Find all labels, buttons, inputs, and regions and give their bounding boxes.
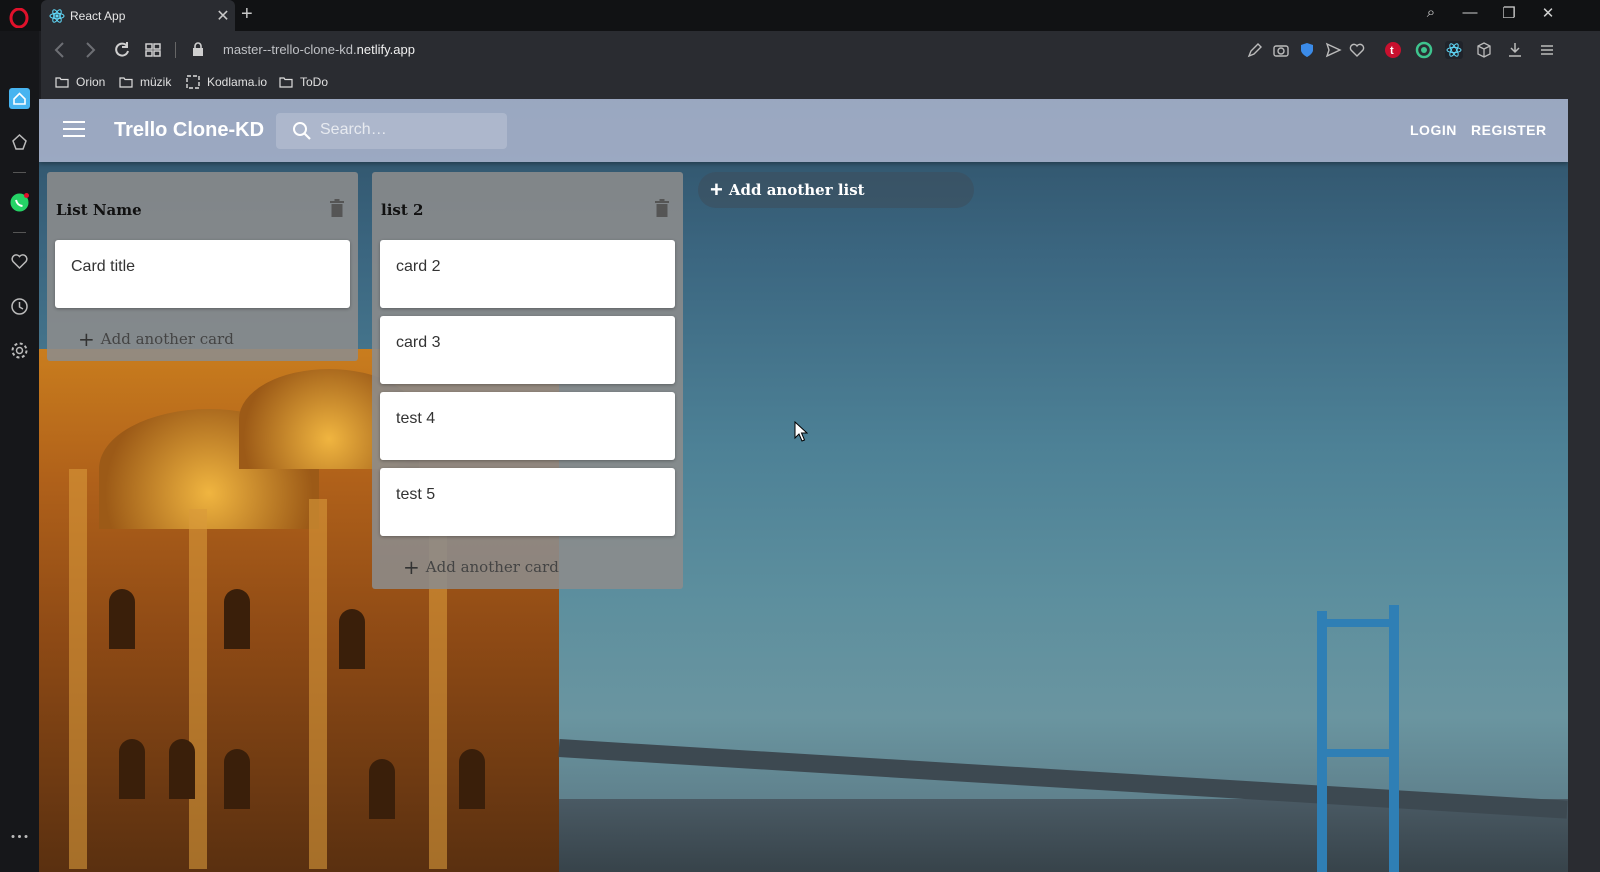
card[interactable]: test 5 [380,468,675,536]
background-water [559,799,1568,872]
bookmark-orion[interactable]: Orion [55,75,105,89]
tab-close-icon[interactable]: ✕ [211,6,235,26]
svg-text:t: t [1390,45,1394,57]
t-extension-icon[interactable]: t [1384,41,1402,59]
card[interactable]: test 4 [380,392,675,460]
add-list-button[interactable]: + Add another list [698,172,974,208]
react-icon [49,8,65,23]
sidebar-divider [13,232,26,233]
bookmarks-bar: Orion müzik Kodlama.io ToDo [41,69,1600,99]
trello-page: Trello Clone-KD LOGIN REGISTER List Name… [39,99,1568,872]
plus-icon: + [710,177,723,202]
extensions-cube-icon[interactable] [1475,41,1493,59]
add-card-label: Add another card [100,329,234,348]
bridge-tower-beam [1317,619,1399,627]
add-list-label: Add another list [728,181,865,199]
browser-search-icon[interactable]: ⌕ [1413,4,1449,21]
back-icon[interactable] [49,40,71,60]
browser-sidebar [0,31,39,872]
list-title[interactable]: list 2 [381,201,423,219]
lock-icon[interactable] [192,42,204,57]
add-card-button[interactable]: + Add another card [47,316,358,361]
list-column: List Name Card title + Add another card [47,172,358,361]
pinboard-icon[interactable] [9,132,30,153]
search-box[interactable] [276,113,507,149]
mouse-cursor-icon [794,421,808,442]
login-button[interactable]: LOGIN [1410,122,1457,138]
bridge-tower-left [1317,611,1327,872]
plus-icon: + [78,326,95,351]
tab-title: React App [70,8,126,23]
address-bar: master--trello-clone-kd.netlify.app t [41,31,1600,69]
bookmark-label: Orion [76,75,106,89]
search-input[interactable] [320,121,500,139]
camera-icon[interactable] [1272,41,1290,59]
bookmark-label: Kodlama.io [207,75,268,89]
vpn-extension-icon[interactable] [1415,41,1433,59]
hamburger-icon[interactable] [63,121,85,139]
bookmark-label: ToDo [300,75,329,89]
reload-icon[interactable] [111,40,133,60]
address-separator [175,42,176,58]
url-prefix: master--trello-clone-kd. [223,42,357,57]
folder-icon [55,77,69,88]
kodlama-favicon-icon [186,75,200,89]
bookmark-muzik[interactable]: müzik [119,75,171,89]
add-card-label: Add another card [425,557,559,576]
home-icon[interactable] [9,88,30,109]
heart-icon[interactable] [1348,41,1366,59]
search-icon [293,122,311,140]
whatsapp-icon[interactable] [9,192,30,213]
card[interactable]: Card title [55,240,350,308]
app-header: Trello Clone-KD LOGIN REGISTER [39,99,1568,162]
forward-icon[interactable] [79,40,101,60]
react-devtools-icon[interactable] [1445,41,1463,59]
plus-icon: + [403,554,420,579]
bridge-tower-beam [1317,749,1399,757]
bridge-tower-right [1389,605,1399,872]
edit-icon[interactable] [1246,41,1264,59]
download-icon[interactable] [1506,41,1524,59]
register-button[interactable]: REGISTER [1471,122,1547,138]
browser-tab-bar: React App ✕ + ⌕ — ❐ ✕ [0,0,1600,31]
url-domain: netlify.app [356,42,415,57]
send-icon[interactable] [1324,41,1342,59]
app-title: Trello Clone-KD [114,119,265,141]
folder-icon [279,77,293,88]
trash-icon[interactable] [655,199,669,217]
list-title[interactable]: List Name [56,201,142,219]
sidebar-divider [13,172,26,173]
opera-logo-icon[interactable] [9,8,29,28]
restore-window-button[interactable]: ❐ [1491,4,1527,22]
bookmark-todo[interactable]: ToDo [279,75,328,89]
new-tab-button[interactable]: + [241,3,253,26]
folder-icon [119,77,133,88]
card[interactable]: card 2 [380,240,675,308]
list-header: list 2 [372,172,683,240]
minimize-window-button[interactable]: — [1452,4,1488,21]
bookmark-kodlama[interactable]: Kodlama.io [186,75,267,89]
bookmark-label: müzik [140,75,172,89]
page-scrollbar[interactable] [1568,99,1600,872]
settings-gear-icon[interactable] [9,340,30,361]
shield-icon[interactable] [1298,41,1316,59]
url-field[interactable]: master--trello-clone-kd.netlify.app [223,42,415,57]
speed-dial-icon[interactable] [142,40,164,60]
add-card-button[interactable]: + Add another card [372,544,683,589]
trash-icon[interactable] [330,199,344,217]
list-column: list 2 card 2 card 3 test 4 test 5 + Add… [372,172,683,589]
history-clock-icon[interactable] [9,296,30,317]
list-header: List Name [47,172,358,240]
easy-setup-icon[interactable] [1538,41,1556,59]
more-icon[interactable] [9,826,30,847]
close-window-button[interactable]: ✕ [1530,4,1566,22]
card[interactable]: card 3 [380,316,675,384]
browser-tab-active[interactable]: React App ✕ [41,0,235,31]
heart-icon[interactable] [9,251,30,272]
